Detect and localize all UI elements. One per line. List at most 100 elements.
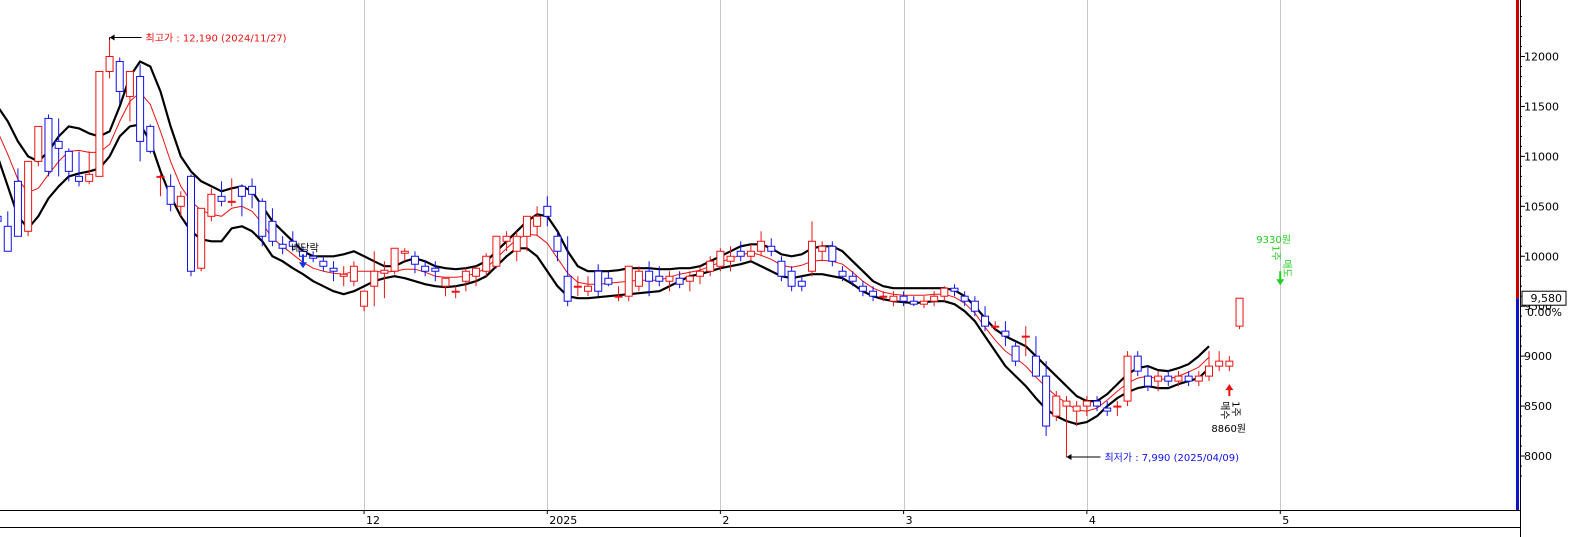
candle-body bbox=[736, 250, 745, 257]
candle-body bbox=[64, 150, 73, 172]
x-tick-label-4: 4 bbox=[1089, 514, 1096, 527]
candle-body bbox=[176, 195, 185, 207]
candle-body bbox=[349, 265, 358, 282]
candle-body bbox=[34, 125, 43, 162]
candle-body bbox=[3, 225, 12, 252]
candle bbox=[624, 265, 633, 302]
buy-label-qty: 1주 bbox=[1229, 401, 1240, 417]
candle-body bbox=[1143, 375, 1152, 387]
candle-body bbox=[584, 285, 593, 292]
candle-body bbox=[268, 220, 277, 242]
candle-body bbox=[197, 207, 206, 269]
candle-body bbox=[563, 275, 572, 302]
chart-background bbox=[0, 0, 1592, 537]
candle-body bbox=[726, 255, 735, 262]
y-tick-label-10500: 10500 bbox=[1524, 200, 1559, 213]
x-tick-label-5: 5 bbox=[1282, 514, 1289, 527]
candle-body bbox=[95, 70, 104, 177]
candle bbox=[1235, 297, 1244, 330]
candle-body bbox=[869, 290, 878, 297]
candle-body bbox=[1215, 360, 1224, 367]
candle-body bbox=[492, 235, 501, 267]
candle bbox=[1052, 391, 1061, 422]
candle-body bbox=[1103, 407, 1112, 412]
candle-body bbox=[1062, 400, 1071, 407]
candle-body bbox=[421, 265, 430, 272]
candle-body bbox=[227, 200, 236, 203]
candle bbox=[95, 70, 104, 177]
candle bbox=[44, 114, 53, 177]
candle bbox=[146, 124, 155, 154]
candle-body bbox=[818, 245, 827, 252]
x-tick-label-12: 12 bbox=[366, 514, 380, 527]
y-tick-label-8500: 8500 bbox=[1524, 400, 1552, 413]
y-tick-label-10000: 10000 bbox=[1524, 250, 1559, 263]
candle-body bbox=[594, 270, 603, 292]
candle-body bbox=[1021, 335, 1030, 338]
candle-body bbox=[309, 255, 318, 259]
candlestick-chart: 8000850090009500100001050011000115001200… bbox=[0, 0, 1592, 537]
candle-body bbox=[604, 277, 613, 285]
candle-body bbox=[278, 243, 287, 249]
candle-body bbox=[696, 270, 704, 277]
candle-body bbox=[512, 235, 521, 252]
candle-body bbox=[706, 260, 715, 272]
candle-body bbox=[451, 290, 460, 293]
candle-body bbox=[1235, 297, 1244, 327]
candle-body bbox=[716, 250, 725, 267]
candle bbox=[197, 207, 206, 272]
candle-body bbox=[431, 267, 440, 272]
candle-body bbox=[1205, 365, 1213, 377]
dividend-label: 배당락 bbox=[291, 242, 319, 254]
candle-body bbox=[909, 300, 918, 305]
candle-body bbox=[13, 180, 22, 237]
candle bbox=[390, 247, 399, 275]
candle-body bbox=[991, 325, 1000, 328]
buy-label-action: 매수 bbox=[1218, 401, 1230, 419]
candle-body bbox=[380, 269, 389, 274]
candle-body bbox=[970, 300, 979, 312]
candle-body bbox=[400, 250, 409, 254]
candle-body bbox=[645, 270, 654, 282]
candle-body bbox=[757, 240, 766, 252]
candle-body bbox=[665, 275, 674, 282]
candle-body bbox=[858, 285, 867, 292]
candle-body bbox=[746, 250, 755, 257]
candle-body bbox=[472, 267, 481, 277]
candle-body bbox=[807, 240, 816, 272]
candle-body bbox=[136, 75, 145, 142]
candle-body bbox=[797, 280, 806, 287]
candle-body bbox=[187, 175, 195, 272]
candle-body bbox=[410, 255, 419, 265]
candle-body bbox=[838, 270, 847, 277]
candle-body bbox=[237, 185, 246, 197]
y-tick-label-8000: 8000 bbox=[1524, 450, 1552, 463]
candle-body bbox=[75, 175, 84, 182]
candle-body bbox=[1225, 360, 1234, 367]
y-tick-label-11000: 11000 bbox=[1524, 150, 1559, 163]
candle-body bbox=[848, 275, 857, 282]
candle-body bbox=[319, 260, 328, 267]
candle-body bbox=[685, 275, 694, 282]
x-tick-label-2: 2 bbox=[722, 514, 729, 527]
candle-body bbox=[502, 235, 511, 242]
candle-body bbox=[981, 315, 990, 327]
candle-body bbox=[146, 125, 155, 152]
candle-body bbox=[482, 255, 491, 272]
candle-body bbox=[339, 273, 348, 277]
candle bbox=[187, 174, 195, 277]
x-tick-label-2025: 2025 bbox=[549, 514, 577, 527]
stock-chart: 8000 8500 9000 9500 10000 10500 11000 11500 1200… bbox=[0, 0, 1592, 537]
candle-body bbox=[1184, 375, 1193, 382]
change-percent-label: 0.00% bbox=[1527, 306, 1562, 319]
candle-body bbox=[655, 275, 664, 282]
candle-body bbox=[217, 195, 226, 202]
candle-body bbox=[1052, 395, 1061, 417]
candle-body bbox=[1194, 375, 1203, 382]
y-tick-label-12000: 12000 bbox=[1524, 50, 1559, 63]
candle-body bbox=[624, 265, 633, 297]
candle-body bbox=[258, 200, 267, 237]
candle-body bbox=[675, 277, 684, 285]
candle-body bbox=[115, 60, 124, 92]
candle-body bbox=[1154, 375, 1163, 382]
